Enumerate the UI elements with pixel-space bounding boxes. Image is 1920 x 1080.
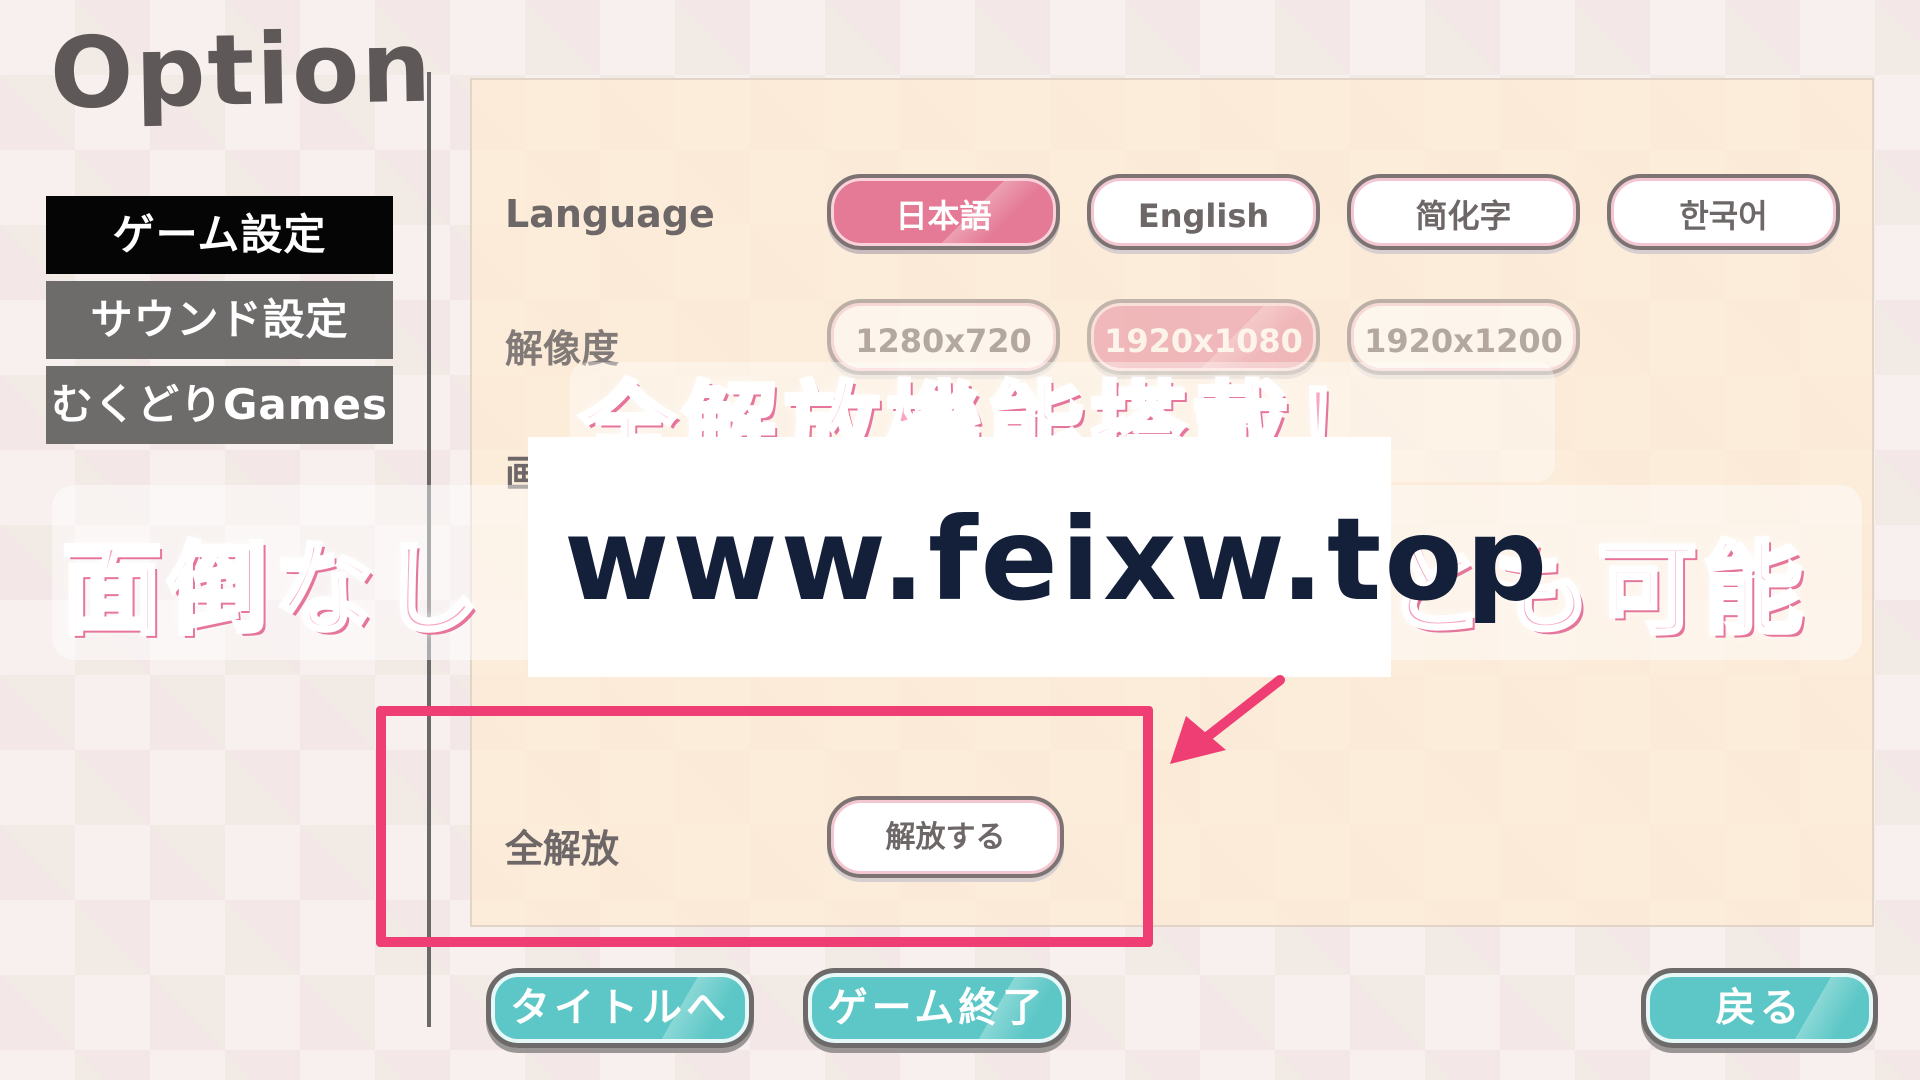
pointer-arrow-icon [1170, 675, 1285, 764]
screen-title: Option [49, 10, 434, 132]
promo-banner-line2-left: 面倒なし [60, 529, 486, 650]
watermark-text: www.feixw.top [564, 493, 1551, 626]
menu-item-game-settings[interactable]: ゲーム設定 [46, 196, 393, 274]
back-button[interactable]: 戻る [1641, 968, 1878, 1048]
to-title-button[interactable]: タイトルへ [486, 968, 754, 1048]
language-option-simplified-chinese[interactable]: 简化字 [1347, 174, 1580, 250]
menu-item-mukudori-games[interactable]: むくどりGames [46, 366, 393, 444]
language-option-japanese[interactable]: 日本語 [827, 174, 1060, 250]
language-label: Language [505, 192, 715, 236]
language-option-english[interactable]: English [1087, 174, 1320, 250]
menu-item-sound-settings[interactable]: サウンド設定 [46, 281, 393, 359]
highlight-frame [376, 706, 1153, 947]
quit-game-button[interactable]: ゲーム終了 [803, 968, 1071, 1048]
language-option-korean[interactable]: 한국어 [1607, 174, 1840, 250]
